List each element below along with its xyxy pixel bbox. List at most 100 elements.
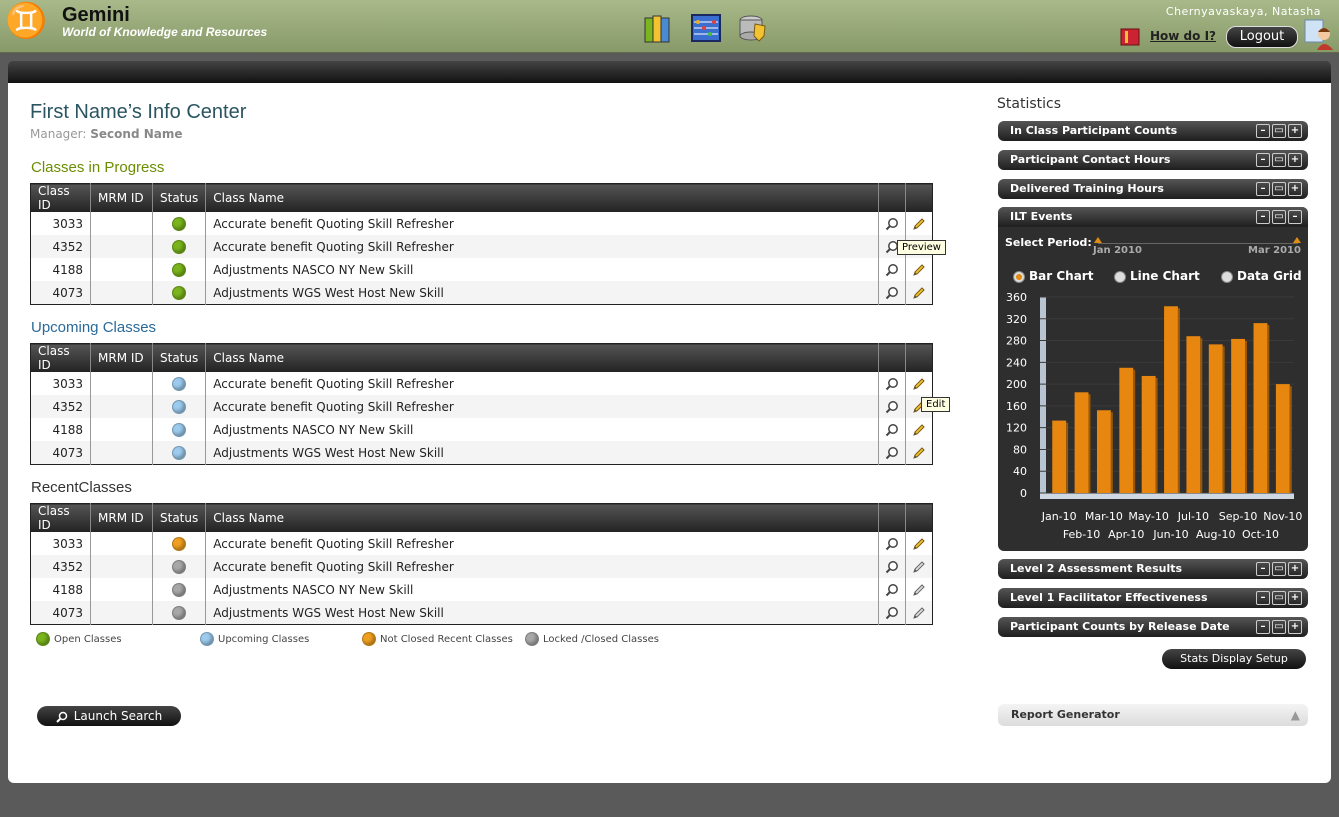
abacus-icon[interactable] (690, 12, 722, 44)
column-header[interactable]: Class Name (205, 183, 879, 212)
expand-icon[interactable]: + (1288, 591, 1302, 605)
edit-pencil-icon[interactable] (912, 422, 926, 436)
minimize-icon[interactable]: – (1256, 182, 1270, 196)
preview-magnifier-icon[interactable] (885, 376, 899, 390)
column-header[interactable]: Class Name (205, 343, 879, 372)
preview-magnifier-icon[interactable] (885, 536, 899, 550)
minimize-icon[interactable]: – (1256, 562, 1270, 576)
column-header[interactable]: Status (151, 503, 206, 532)
minimize-icon[interactable]: – (1256, 210, 1270, 224)
x-tick-label: Apr-10 (1108, 528, 1144, 541)
expand-icon[interactable]: + (1288, 153, 1302, 167)
report-generator-panel[interactable]: Report Generator ▲ (998, 704, 1308, 726)
logout-button[interactable]: Logout (1226, 26, 1298, 48)
column-header[interactable]: MRM ID (90, 503, 153, 532)
edit-pencil-icon[interactable] (912, 559, 926, 573)
expand-icon[interactable]: + (1288, 620, 1302, 634)
minimize-icon[interactable]: – (1256, 620, 1270, 634)
table-row[interactable]: 3033 Accurate benefit Quoting Skill Refre… (31, 532, 933, 555)
edit-pencil-icon[interactable] (912, 262, 926, 276)
table-row[interactable]: 3033 Accurate benefit Quoting Skill Refre… (31, 212, 933, 235)
preview-magnifier-icon[interactable] (885, 445, 899, 459)
edit-pencil-icon[interactable] (912, 445, 926, 459)
table-row[interactable]: 4352 Accurate benefit Quoting Skill Refre… (30, 555, 933, 578)
y-tick-label: 160 (1006, 400, 1027, 413)
table-row[interactable]: 3033 Accurate benefit Quoting Skill Refre… (31, 372, 933, 395)
edit-cell (905, 555, 933, 578)
restore-icon[interactable]: ▭ (1272, 153, 1286, 167)
expand-icon[interactable]: + (1288, 562, 1302, 576)
preview-magnifier-icon[interactable] (885, 399, 899, 413)
restore-icon[interactable]: ▭ (1272, 182, 1286, 196)
table-row[interactable]: 4352 Accurate benefit Quoting Skill Refre… (30, 395, 933, 418)
stats-widget-header[interactable]: Level 2 Assessment Results – ▭ + (998, 559, 1308, 579)
restore-icon[interactable]: ▭ (1272, 620, 1286, 634)
preview-magnifier-icon[interactable] (885, 262, 899, 276)
expand-arrow-icon[interactable]: ▲ (1291, 704, 1300, 726)
books-icon[interactable] (643, 12, 675, 44)
stats-widget-header[interactable]: In Class Participant Counts – ▭ + (998, 121, 1308, 141)
restore-icon[interactable]: ▭ (1272, 210, 1286, 224)
chart-bar (1208, 344, 1223, 493)
column-header[interactable]: Status (151, 183, 206, 212)
table-row[interactable]: 4188 Adjustments NASCO NY New Skill (31, 578, 933, 601)
period-start-handle[interactable] (1094, 237, 1102, 243)
column-header[interactable]: MRM ID (90, 343, 153, 372)
help-book-icon[interactable] (1120, 27, 1142, 47)
minimize-icon[interactable]: – (1256, 124, 1270, 138)
preview-cell (878, 258, 906, 281)
edit-pencil-icon[interactable] (912, 285, 926, 299)
expand-icon[interactable]: + (1288, 182, 1302, 196)
minimize-icon[interactable]: – (1256, 153, 1270, 167)
restore-icon[interactable]: ▭ (1272, 124, 1286, 138)
data-grid-radio[interactable]: Data Grid (1221, 269, 1302, 283)
edit-pencil-icon[interactable] (912, 605, 926, 619)
stats-widget-header[interactable]: Participant Counts by Release Date – ▭ + (998, 617, 1308, 637)
bar-chart-radio[interactable]: Bar Chart (1013, 269, 1093, 283)
edit-pencil-icon[interactable] (912, 216, 926, 230)
user-avatar-icon[interactable] (1303, 18, 1335, 50)
stats-widget-header[interactable]: Delivered Training Hours – ▭ + (998, 179, 1308, 199)
mrm-id-cell (90, 235, 153, 258)
period-end-handle[interactable] (1293, 237, 1301, 243)
column-header[interactable]: Status (151, 343, 206, 372)
minimize-icon[interactable]: – (1256, 591, 1270, 605)
launch-search-button[interactable]: Launch Search (37, 706, 181, 726)
preview-magnifier-icon[interactable] (885, 422, 899, 436)
column-header[interactable]: Class ID (30, 343, 91, 372)
preview-magnifier-icon[interactable] (885, 216, 899, 230)
table-row[interactable]: 4073 Adjustments WGS West Host New Skill (30, 441, 933, 465)
stats-widget-header[interactable]: Participant Contact Hours – ▭ + (998, 150, 1308, 170)
stats-display-setup-button[interactable]: Stats Display Setup (1162, 649, 1306, 669)
column-header[interactable]: Class ID (30, 183, 91, 212)
restore-icon[interactable]: ▭ (1272, 591, 1286, 605)
preview-magnifier-icon[interactable] (885, 559, 899, 573)
restore-icon[interactable]: ▭ (1272, 562, 1286, 576)
column-header[interactable]: MRM ID (90, 183, 153, 212)
shield-database-icon[interactable] (737, 12, 769, 44)
table-row[interactable]: 4073 Adjustments WGS West Host New Skill (30, 601, 933, 625)
column-header[interactable]: Class ID (30, 503, 91, 532)
preview-magnifier-icon[interactable] (885, 605, 899, 619)
column-header[interactable]: Class Name (205, 503, 879, 532)
edit-cell (905, 212, 933, 235)
table-row[interactable]: 4352 Accurate benefit Quoting Skill Refre… (30, 235, 933, 258)
line-chart-radio[interactable]: Line Chart (1114, 269, 1200, 283)
edit-pencil-icon[interactable] (912, 376, 926, 390)
status-dot-icon (172, 216, 187, 231)
edit-pencil-icon[interactable] (912, 536, 926, 550)
edit-pencil-icon[interactable] (912, 582, 926, 596)
expand-icon[interactable]: + (1288, 124, 1302, 138)
table-row[interactable]: 4188 Adjustments NASCO NY New Skill (31, 418, 933, 441)
preview-magnifier-icon[interactable] (885, 582, 899, 596)
table-row[interactable]: 4073 Adjustments WGS West Host New Skill (30, 281, 933, 305)
period-slider-track[interactable] (1098, 243, 1298, 244)
preview-cell (878, 418, 906, 441)
stats-widget-header[interactable]: Level 1 Facilitator Effectiveness – ▭ + (998, 588, 1308, 608)
table-row[interactable]: 4188 Adjustments NASCO NY New Skill (31, 258, 933, 281)
ilt-events-header[interactable]: ILT Events – ▭ – (998, 207, 1308, 227)
how-do-i-link[interactable]: How do I? (1150, 29, 1216, 43)
collapse-icon[interactable]: – (1288, 210, 1302, 224)
preview-magnifier-icon[interactable] (885, 285, 899, 299)
edit-cell (905, 601, 933, 625)
